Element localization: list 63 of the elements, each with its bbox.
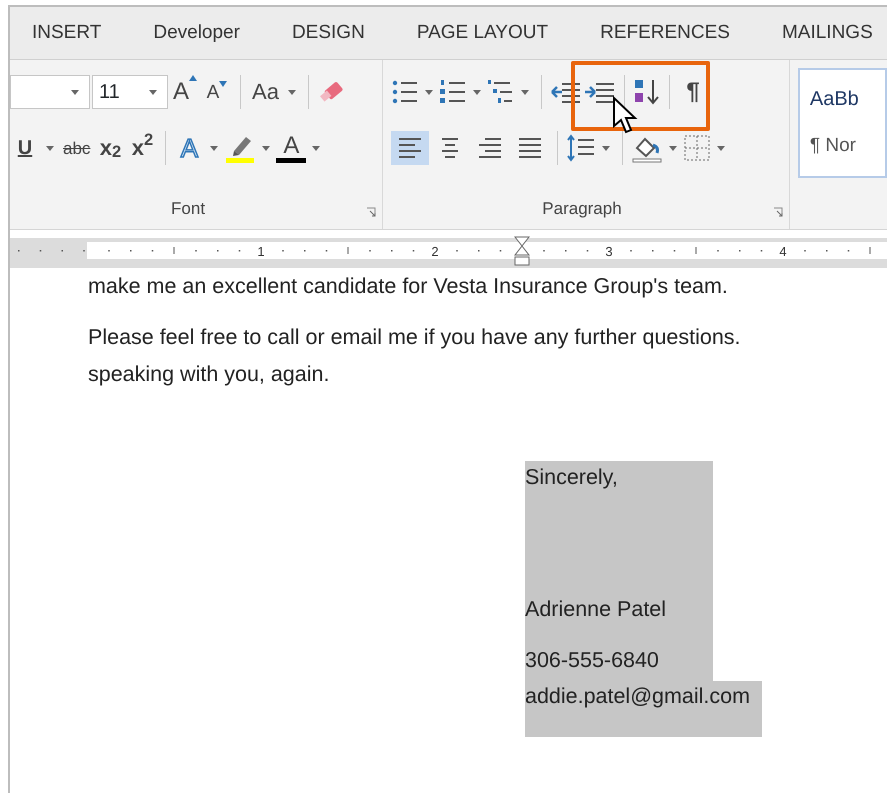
caret-icon[interactable]: [669, 146, 678, 150]
caret-icon[interactable]: [425, 90, 434, 94]
text-line: speaking with you, again.: [88, 361, 330, 388]
show-marks-button[interactable]: ¶: [678, 75, 708, 109]
text-line: Please feel free to call or email me if you have any further questions.: [88, 324, 742, 351]
caret-icon[interactable]: [312, 146, 320, 150]
grow-font-button[interactable]: A: [170, 75, 200, 109]
style-gallery-item[interactable]: AaBb ¶ Nor: [798, 68, 887, 178]
ruler-number: 1: [257, 243, 265, 261]
justify-icon: [517, 135, 544, 161]
caret-icon[interactable]: [473, 90, 482, 94]
ribbon-tab[interactable]: PAGE LAYOUT: [416, 18, 548, 48]
caret-icon[interactable]: [717, 146, 726, 150]
ribbon-tab[interactable]: MAILINGS: [782, 18, 873, 48]
increase-indent-icon[interactable]: [584, 81, 616, 103]
ribbon-tab[interactable]: REFERENCES: [600, 18, 730, 48]
dialog-launcher-icon[interactable]: [772, 207, 783, 217]
group-label: Font: [170, 198, 206, 220]
ribbon-tab[interactable]: INSERT: [32, 18, 102, 48]
align-left-icon: [397, 135, 424, 161]
font-color-button[interactable]: A: [276, 133, 306, 163]
caret-icon[interactable]: [46, 146, 54, 150]
sort-icon[interactable]: [633, 78, 662, 106]
style-preview: AaBb: [810, 87, 860, 112]
superscript-button[interactable]: x$^{2}$: [127, 131, 158, 165]
subscript-button[interactable]: x$_{2}$: [95, 131, 126, 165]
strikethrough-button[interactable]: abc: [60, 131, 94, 165]
text-line: make me an excellent candidate for Vesta Insurance Group's team.: [88, 273, 729, 300]
underline-button[interactable]: U: [10, 131, 40, 165]
font-size-field[interactable]: 11: [92, 75, 168, 109]
decrease-indent-icon[interactable]: [550, 81, 582, 103]
ruler-number: 3: [605, 243, 613, 261]
font-name-field[interactable]: [10, 75, 90, 109]
ribbon-tab[interactable]: DESIGN: [292, 18, 365, 48]
signature-email: addie.patel@gmail.com: [525, 681, 762, 737]
ribbon-tab[interactable]: Developer: [153, 18, 240, 48]
change-case-button[interactable]: Aa: [249, 75, 282, 109]
bullet-list-icon[interactable]: [391, 79, 420, 105]
caret-icon[interactable]: [71, 90, 79, 94]
dialog-launcher-icon[interactable]: [366, 207, 376, 217]
indent-marker-icon[interactable]: [514, 236, 530, 266]
ruler-number: 4: [779, 243, 787, 261]
group-label: Paragraph: [541, 198, 623, 220]
shrink-font-button[interactable]: A: [202, 75, 232, 109]
caret-icon[interactable]: [521, 90, 530, 94]
caret-icon[interactable]: [602, 146, 610, 150]
mouse-pointer-icon: [612, 96, 638, 136]
numbered-list-icon[interactable]: [439, 79, 468, 105]
signature-phone: 306-555-6840: [525, 639, 713, 681]
line-spacing-icon[interactable]: [566, 134, 596, 162]
caret-icon[interactable]: [210, 146, 218, 150]
ruler-number: 2: [431, 243, 439, 261]
style-name: ¶ Nor: [810, 134, 857, 158]
caret-icon[interactable]: [262, 146, 270, 150]
triangle-up-icon: [189, 75, 198, 81]
signature-closing: Sincerely,: [525, 461, 713, 517]
align-right-icon: [477, 135, 504, 161]
signature-name: Adrienne Patel: [525, 579, 713, 639]
text-effects-button[interactable]: A: [174, 131, 204, 165]
borders-icon[interactable]: [683, 134, 712, 162]
caret-icon[interactable]: [288, 90, 296, 94]
align-button[interactable]: [391, 131, 430, 165]
triangle-down-icon: [219, 81, 228, 87]
